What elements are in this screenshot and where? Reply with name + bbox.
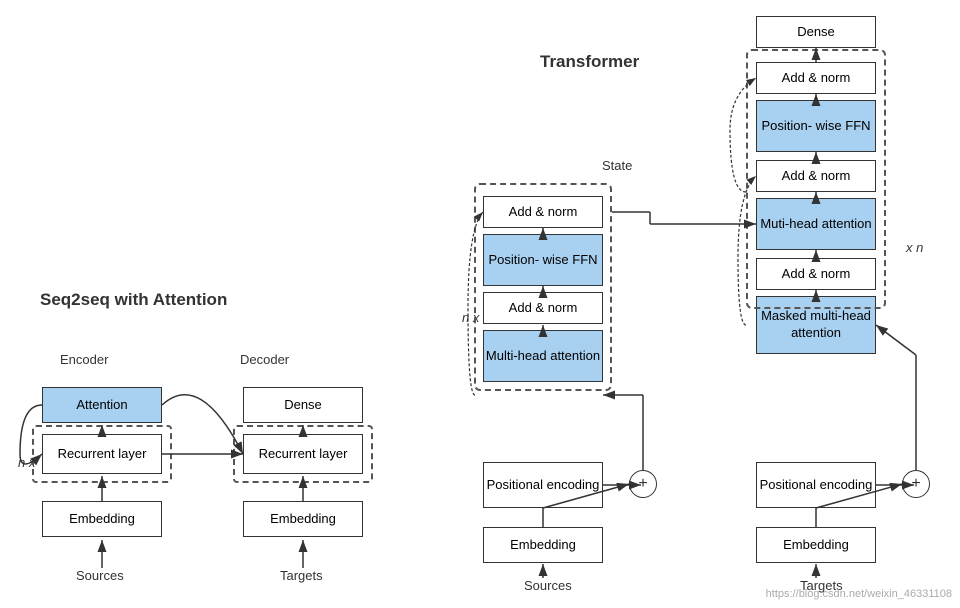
dec-stack-dashed [746, 49, 886, 309]
transformer-title: Transformer [540, 52, 639, 72]
decoder-embedding-box: Embedding [243, 501, 363, 537]
encoder-dashed [32, 425, 172, 483]
dec-dense: Dense [756, 16, 876, 48]
enc-stack-dashed [474, 183, 612, 391]
transformer-xn: x n [906, 240, 923, 255]
sources-label: Sources [76, 568, 124, 583]
decoder-label: Decoder [240, 352, 289, 367]
attention-box: Attention [42, 387, 162, 423]
seq2seq-title: Seq2seq with Attention [40, 290, 227, 310]
decoder-dashed [233, 425, 373, 483]
dec-embedding: Embedding [756, 527, 876, 563]
dec-plus: + [902, 470, 930, 498]
enc-embedding: Embedding [483, 527, 603, 563]
state-label: State [602, 158, 632, 173]
enc-pos-encoding: Positional encoding [483, 462, 603, 508]
watermark: https://blog.csdn.net/weixin_46331108 [766, 588, 952, 600]
decoder-dense-box: Dense [243, 387, 363, 423]
enc-plus: + [629, 470, 657, 498]
encoder-embedding-box: Embedding [42, 501, 162, 537]
main-diagram: Seq2seq with Attention Encoder Decoder n… [0, 0, 960, 608]
dec-pos-encoding: Positional encoding [756, 462, 876, 508]
seq2seq-targets-label: Targets [280, 568, 323, 583]
encoder-label: Encoder [60, 352, 108, 367]
transformer-sources-label: Sources [524, 578, 572, 593]
